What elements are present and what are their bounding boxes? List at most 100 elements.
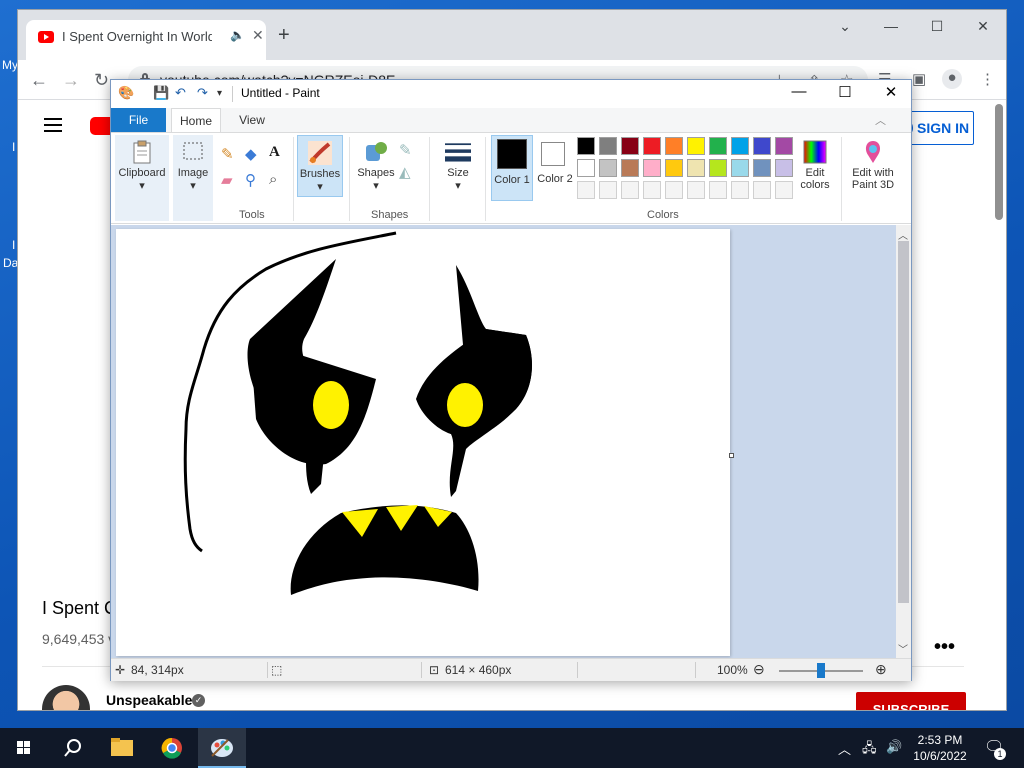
- palette-swatch[interactable]: [709, 159, 727, 177]
- image-button[interactable]: Image ▾: [173, 135, 213, 221]
- reload-icon[interactable]: ↻: [94, 70, 109, 91]
- scroll-up-icon[interactable]: ︿: [898, 227, 908, 242]
- avatar[interactable]: [42, 685, 90, 710]
- more-icon[interactable]: ⋮: [980, 70, 995, 88]
- speaker-icon[interactable]: 🔈: [230, 28, 245, 42]
- palette-swatch[interactable]: [621, 159, 639, 177]
- clipboard-button[interactable]: Clipboard ▾: [115, 135, 169, 221]
- palette-swatch[interactable]: [775, 159, 793, 177]
- eraser-icon[interactable]: ▰: [221, 171, 233, 189]
- brushes-button[interactable]: Brushes ▾: [297, 135, 343, 197]
- custom-color-slot[interactable]: [687, 181, 705, 199]
- color-picker-icon[interactable]: ⚲: [245, 171, 256, 189]
- color1-button[interactable]: Color 1: [491, 135, 533, 201]
- paint-app-icon[interactable]: 🎨: [118, 85, 134, 101]
- maximize-button[interactable]: ☐: [825, 83, 865, 101]
- custom-color-slot[interactable]: [643, 181, 661, 199]
- profile-icon[interactable]: ●: [942, 69, 962, 89]
- close-window-button[interactable]: ✕: [968, 18, 998, 35]
- custom-color-slot[interactable]: [599, 181, 617, 199]
- more-actions-icon[interactable]: •••: [934, 636, 955, 659]
- new-tab-button[interactable]: +: [278, 24, 290, 47]
- redo-icon[interactable]: ↷: [197, 85, 208, 101]
- close-tab-icon[interactable]: ✕: [252, 27, 264, 44]
- browser-tab[interactable]: I Spent Overnight In Worlds 🔈 ✕: [26, 20, 266, 60]
- back-icon[interactable]: ←: [30, 70, 48, 91]
- custom-color-slot[interactable]: [665, 181, 683, 199]
- custom-color-slot[interactable]: [775, 181, 793, 199]
- color2-button[interactable]: Color 2: [535, 135, 575, 201]
- chevron-up-icon[interactable]: ︿: [838, 739, 851, 758]
- palette-swatch[interactable]: [709, 137, 727, 155]
- forward-icon[interactable]: →: [62, 70, 80, 91]
- channel-name[interactable]: Unspeakable: [106, 692, 192, 708]
- shape-fill-icon[interactable]: ◭: [399, 163, 411, 181]
- palette-swatch[interactable]: [753, 159, 771, 177]
- search-button[interactable]: [48, 728, 96, 768]
- palette-swatch[interactable]: [599, 137, 617, 155]
- palette-swatch[interactable]: [643, 137, 661, 155]
- palette-swatch[interactable]: [665, 137, 683, 155]
- hamburger-menu-icon[interactable]: [44, 118, 62, 136]
- desktop-icon-label[interactable]: I: [12, 140, 15, 154]
- zoom-out-icon[interactable]: ⊖: [753, 661, 765, 678]
- save-icon[interactable]: 💾: [153, 85, 169, 101]
- customize-toolbar-icon[interactable]: ▾: [217, 88, 222, 99]
- start-button[interactable]: [0, 728, 48, 768]
- custom-color-slot[interactable]: [753, 181, 771, 199]
- maximize-button[interactable]: ☐: [922, 18, 952, 35]
- minimize-button[interactable]: —: [876, 18, 906, 34]
- volume-icon[interactable]: 🔊: [886, 739, 902, 755]
- scrollbar-thumb[interactable]: [898, 241, 909, 603]
- tab-home[interactable]: Home: [171, 108, 221, 132]
- custom-color-slot[interactable]: [621, 181, 639, 199]
- shapes-button[interactable]: Shapes ▾: [355, 135, 397, 205]
- clock[interactable]: 2:53 PM 10/6/2022: [910, 732, 970, 764]
- palette-swatch[interactable]: [577, 137, 595, 155]
- undo-icon[interactable]: ↶: [175, 85, 186, 101]
- minimize-button[interactable]: —: [779, 83, 819, 100]
- side-panel-icon[interactable]: ▣: [912, 70, 926, 88]
- resize-handle[interactable]: [729, 453, 734, 458]
- custom-color-slot[interactable]: [709, 181, 727, 199]
- edit-colors-button[interactable]: Edit colors: [795, 135, 835, 201]
- palette-swatch[interactable]: [687, 137, 705, 155]
- palette-swatch[interactable]: [599, 159, 617, 177]
- subscribe-button[interactable]: SUBSCRIBE: [856, 692, 966, 710]
- close-button[interactable]: ✕: [871, 83, 911, 101]
- palette-swatch[interactable]: [753, 137, 771, 155]
- desktop-icon-label[interactable]: Da: [3, 256, 18, 270]
- canvas-scrollbar[interactable]: ︿ ﹀: [896, 225, 911, 658]
- palette-swatch[interactable]: [643, 159, 661, 177]
- collapse-ribbon-icon[interactable]: ︿: [875, 112, 886, 128]
- scroll-down-icon[interactable]: ﹀: [898, 641, 908, 656]
- palette-swatch[interactable]: [731, 137, 749, 155]
- palette-swatch[interactable]: [731, 159, 749, 177]
- magnifier-icon[interactable]: ⌕: [269, 171, 277, 188]
- tab-file[interactable]: File: [111, 108, 166, 132]
- text-icon[interactable]: A: [269, 144, 280, 161]
- zoom-slider-thumb[interactable]: [817, 663, 825, 678]
- paint-taskbar-button[interactable]: [198, 728, 246, 768]
- palette-swatch[interactable]: [621, 137, 639, 155]
- tab-view[interactable]: View: [229, 108, 275, 132]
- file-explorer-button[interactable]: [98, 728, 146, 768]
- desktop-icon-label[interactable]: I: [12, 238, 15, 252]
- scrollbar-thumb[interactable]: [995, 104, 1003, 220]
- network-icon[interactable]: 🖧: [862, 739, 877, 761]
- custom-color-slot[interactable]: [731, 181, 749, 199]
- fill-icon[interactable]: ◆: [245, 145, 257, 163]
- drawing-canvas[interactable]: [116, 229, 730, 656]
- edit-paint3d-button[interactable]: Edit with Paint 3D: [845, 135, 901, 201]
- pencil-icon[interactable]: ✎: [221, 145, 234, 163]
- custom-color-slot[interactable]: [577, 181, 595, 199]
- palette-swatch[interactable]: [665, 159, 683, 177]
- zoom-in-icon[interactable]: ⊕: [875, 661, 887, 678]
- palette-swatch[interactable]: [577, 159, 595, 177]
- outline-icon[interactable]: ✎: [399, 141, 412, 159]
- palette-swatch[interactable]: [775, 137, 793, 155]
- desktop-icon-label[interactable]: My: [2, 58, 18, 72]
- size-button[interactable]: Size ▾: [437, 135, 479, 205]
- tab-search-icon[interactable]: ⌄: [830, 18, 860, 35]
- page-scrollbar[interactable]: [992, 100, 1006, 710]
